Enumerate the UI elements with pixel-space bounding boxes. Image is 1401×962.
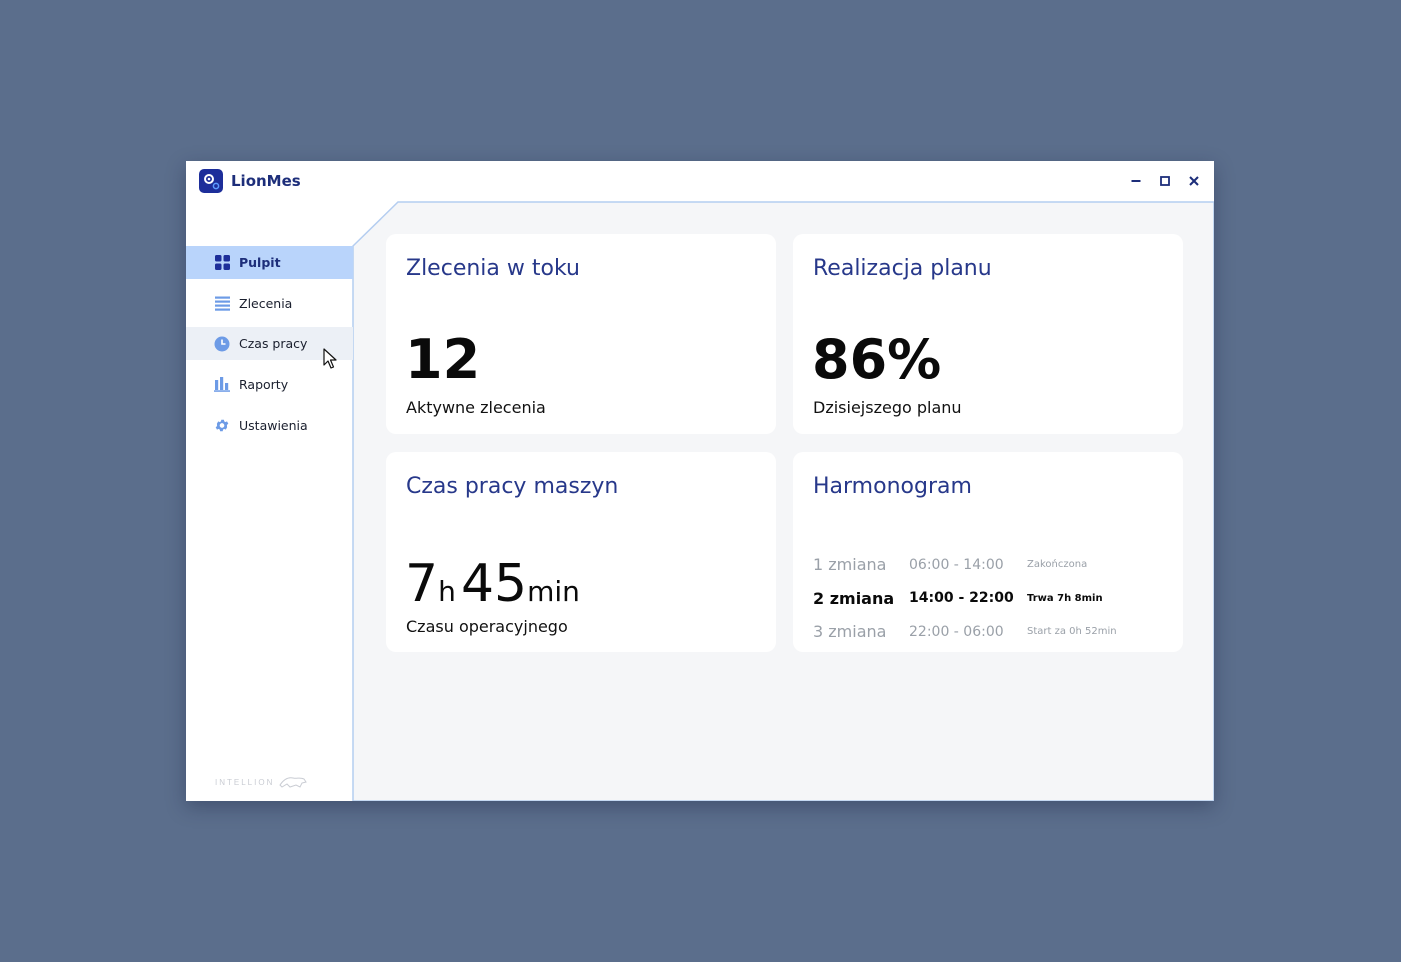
- shift-hours: 06:00 - 14:00: [909, 556, 1004, 573]
- machine-time-card[interactable]: Czas pracy maszyn 7h 45min Czasu operacy…: [386, 452, 776, 652]
- window-controls: [1128, 173, 1202, 189]
- card-title: Czas pracy maszyn: [406, 474, 619, 499]
- plan-card[interactable]: Realizacja planu 86% Dzisiejszego planu: [793, 234, 1183, 434]
- sidebar-item-zlecenia[interactable]: Zlecenia: [186, 287, 353, 320]
- card-subtitle: Dzisiejszego planu: [813, 398, 962, 417]
- machine-time-value: 7h 45min: [405, 558, 580, 610]
- sidebar-item-ustawienia[interactable]: Ustawienia: [186, 409, 353, 442]
- sidebar-item-label: Pulpit: [239, 255, 281, 270]
- app-title: LionMes: [231, 172, 301, 190]
- shift-status: Trwa 7h 8min: [1027, 592, 1103, 604]
- sidebar-item-pulpit[interactable]: Pulpit: [186, 246, 353, 279]
- minimize-icon: [1131, 180, 1141, 182]
- sidebar-item-label: Zlecenia: [239, 295, 293, 311]
- mouse-cursor-icon: [323, 348, 337, 369]
- bar-chart-icon: [214, 377, 230, 393]
- orders-card[interactable]: Zlecenia w toku 12 Aktywne zlecenia: [386, 234, 776, 434]
- hours-unit: h: [438, 575, 456, 608]
- lion-logo-icon: [279, 777, 308, 788]
- shift-row: 2 zmiana 14:00 - 22:00 Trwa 7h 8min: [813, 582, 1173, 616]
- card-subtitle: Aktywne zlecenia: [406, 398, 546, 417]
- shift-name: 2 zmiana: [813, 588, 895, 608]
- sidebar-item-label: Czas pracy: [239, 336, 308, 352]
- grid-icon: [214, 255, 230, 271]
- clock-icon: [214, 336, 230, 352]
- minutes-unit: min: [527, 575, 580, 608]
- close-icon: [1189, 176, 1199, 186]
- gear-icon: [214, 417, 230, 433]
- app-logo-icon: [199, 169, 223, 193]
- shift-hours: 22:00 - 06:00: [909, 623, 1004, 640]
- shift-name: 3 zmiana: [813, 622, 887, 642]
- list-icon: [214, 295, 230, 311]
- title-bar: LionMes: [186, 161, 1214, 203]
- app-window: LionMes Pulpit Zlecenia Czas pracy Rapor…: [186, 161, 1214, 801]
- close-button[interactable]: [1186, 173, 1202, 189]
- maximize-button[interactable]: [1157, 173, 1173, 189]
- brand-logo: INTELLION: [215, 775, 308, 789]
- card-title: Harmonogram: [813, 474, 972, 499]
- minutes-value: 45: [460, 554, 528, 614]
- brand-text: INTELLION: [215, 777, 275, 787]
- shift-name: 1 zmiana: [813, 555, 887, 575]
- card-title: Zlecenia w toku: [406, 256, 580, 281]
- sidebar: Pulpit Zlecenia Czas pracy Raporty Ustaw…: [186, 246, 353, 801]
- shift-status: Start za 0h 52min: [1027, 626, 1117, 638]
- orders-count: 12: [405, 328, 481, 391]
- shift-hours: 14:00 - 22:00: [909, 590, 1014, 607]
- sidebar-item-raporty[interactable]: Raporty: [186, 368, 353, 401]
- shift-status: Zakończona: [1027, 559, 1088, 571]
- minimize-button[interactable]: [1128, 173, 1144, 189]
- schedule-card[interactable]: Harmonogram 1 zmiana 06:00 - 14:00 Zakoń…: [793, 452, 1183, 652]
- sidebar-item-label: Raporty: [239, 377, 289, 393]
- sidebar-item-label: Ustawienia: [239, 417, 308, 433]
- shift-row: 3 zmiana 22:00 - 06:00 Start za 0h 52min: [813, 615, 1173, 649]
- schedule-list: 1 zmiana 06:00 - 14:00 Zakończona 2 zmia…: [813, 548, 1173, 649]
- hours-value: 7: [405, 554, 439, 614]
- card-subtitle: Czasu operacyjnego: [406, 617, 568, 636]
- plan-percentage: 86%: [812, 328, 942, 391]
- card-title: Realizacja planu: [813, 256, 992, 281]
- shift-row: 1 zmiana 06:00 - 14:00 Zakończona: [813, 548, 1173, 582]
- maximize-icon: [1160, 176, 1170, 186]
